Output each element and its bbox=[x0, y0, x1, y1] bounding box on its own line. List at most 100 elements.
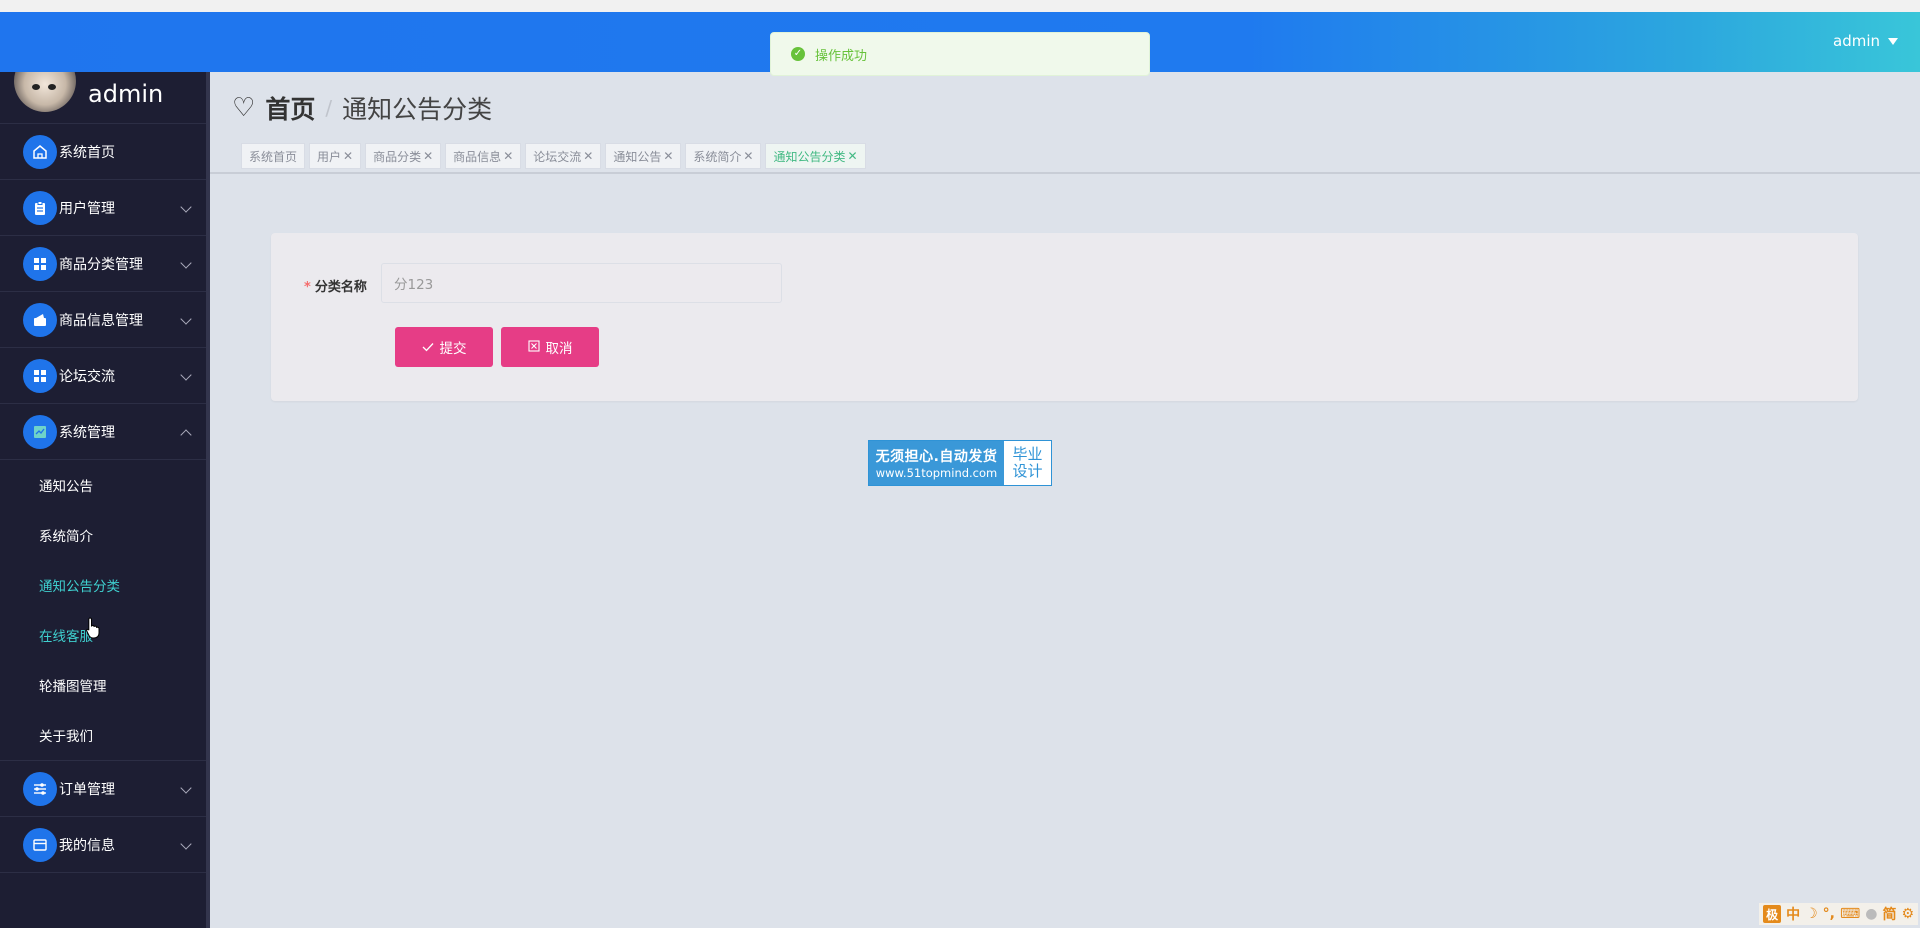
close-icon[interactable]: ✕ bbox=[583, 149, 593, 163]
ad-right2: 设计 bbox=[1012, 462, 1043, 480]
breadcrumb: ♡ 首页 / 通知公告分类 bbox=[232, 90, 492, 126]
success-toast: ✓ 操作成功 bbox=[770, 32, 1150, 76]
required-mark: * bbox=[304, 280, 311, 295]
submit-label: 提交 bbox=[439, 341, 467, 356]
sidebar-item-forum[interactable]: 论坛交流 bbox=[0, 348, 210, 404]
breadcrumb-separator: / bbox=[325, 96, 333, 120]
close-icon[interactable]: ✕ bbox=[423, 149, 433, 163]
tab-label: 用户 bbox=[317, 149, 342, 164]
sidebar-item-label: 系统首页 bbox=[59, 144, 115, 161]
category-name-label: * 分类名称 bbox=[304, 276, 367, 295]
submenu-item-notice-category[interactable]: 通知公告分类 bbox=[0, 560, 210, 610]
tab-label: 系统首页 bbox=[249, 149, 298, 164]
system-submenu: 通知公告 系统简介 通知公告分类 在线客服 轮播图管理 关于我们 bbox=[0, 460, 210, 761]
toast-text: 操作成功 bbox=[815, 48, 868, 64]
sidebar-item-label: 我的信息 bbox=[59, 837, 115, 854]
cancel-label: 取消 bbox=[545, 341, 573, 356]
sidebar-item-category[interactable]: 商品分类管理 bbox=[0, 236, 210, 292]
avatar bbox=[14, 72, 76, 112]
sidebar-item-home[interactable]: 系统首页 bbox=[0, 124, 210, 180]
sidebar-item-label: 商品信息管理 bbox=[59, 312, 143, 329]
ime-toolbar[interactable]: 极 中 ☽ °, ⌨ ● 简 ⚙ bbox=[1759, 903, 1918, 925]
ime-mode[interactable]: 简 bbox=[1882, 904, 1896, 924]
sidebar: admin 系统首页 用户管理 商品分类管理 商品信息管理 论坛交流 系统管理 … bbox=[0, 72, 210, 928]
chevron-down-icon bbox=[180, 369, 192, 381]
ad-line2: www.51topmind.com bbox=[875, 466, 998, 480]
chevron-down-icon bbox=[180, 782, 192, 794]
moon-icon[interactable]: ☽ bbox=[1805, 906, 1818, 922]
check-icon bbox=[422, 340, 434, 355]
tab-products[interactable]: 商品信息 ✕ bbox=[445, 143, 522, 169]
keyboard-icon[interactable]: ⌨ bbox=[1840, 906, 1860, 922]
user-menu[interactable]: admin bbox=[1833, 32, 1898, 50]
cancel-button[interactable]: 取消 bbox=[501, 327, 599, 367]
ime-logo: 极 bbox=[1763, 905, 1782, 923]
user-name: admin bbox=[1833, 32, 1880, 50]
tab-label: 论坛交流 bbox=[533, 149, 582, 164]
ad-line1: 无须担心.自动发货 bbox=[875, 449, 998, 465]
sidebar-brand: admin bbox=[0, 72, 210, 124]
sidebar-item-users[interactable]: 用户管理 bbox=[0, 180, 210, 236]
chevron-down-icon bbox=[180, 257, 192, 269]
sidebar-item-label: 用户管理 bbox=[59, 200, 115, 217]
close-icon[interactable]: ✕ bbox=[743, 149, 753, 163]
submenu-item-online-service[interactable]: 在线客服 bbox=[0, 610, 210, 660]
submenu-item-intro[interactable]: 系统简介 bbox=[0, 510, 210, 560]
main-content: ♡ 首页 / 通知公告分类 系统首页 用户 ✕ 商品分类 ✕ 商品信息 ✕ 论坛交流 ✕… bbox=[210, 72, 1920, 928]
sidebar-item-my-info[interactable]: 我的信息 bbox=[0, 817, 210, 873]
close-icon[interactable]: ✕ bbox=[343, 149, 353, 163]
clipboard-icon bbox=[23, 190, 57, 225]
ad-right1: 毕业 bbox=[1012, 445, 1043, 463]
punctuation-icon[interactable]: °, bbox=[1823, 906, 1835, 922]
check-circle-icon: ✓ bbox=[791, 47, 805, 61]
tab-label: 商品信息 bbox=[453, 149, 502, 164]
browser-top-strip bbox=[0, 0, 1920, 12]
brand-name: admin bbox=[88, 79, 164, 108]
tags-view: 系统首页 用户 ✕ 商品分类 ✕ 商品信息 ✕ 论坛交流 ✕ 通知公告 ✕ 系统简介 ✕ 通… bbox=[241, 143, 866, 169]
sidebar-item-label: 商品分类管理 bbox=[59, 256, 143, 273]
sidebar-item-label: 订单管理 bbox=[59, 781, 115, 798]
tab-notice-category[interactable]: 通知公告分类 ✕ bbox=[765, 143, 866, 169]
gear-icon[interactable]: ⚙ bbox=[1901, 906, 1914, 922]
chevron-up-icon bbox=[180, 429, 192, 441]
monitor-icon bbox=[23, 414, 57, 449]
grid-icon bbox=[23, 246, 57, 281]
tab-label: 通知公告 bbox=[613, 149, 662, 164]
close-icon[interactable]: ✕ bbox=[848, 149, 858, 163]
chevron-down-icon bbox=[180, 313, 192, 325]
ime-lang[interactable]: 中 bbox=[1786, 904, 1800, 924]
sidebar-item-label: 系统管理 bbox=[59, 424, 115, 441]
submit-button[interactable]: 提交 bbox=[395, 327, 493, 367]
close-square-icon bbox=[527, 339, 540, 355]
sliders-icon bbox=[23, 771, 57, 806]
sidebar-item-label: 论坛交流 bbox=[59, 368, 115, 385]
category-name-input[interactable] bbox=[381, 263, 782, 303]
sidebar-item-system[interactable]: 系统管理 bbox=[0, 404, 210, 460]
tab-users[interactable]: 用户 ✕ bbox=[309, 143, 362, 169]
submenu-item-carousel[interactable]: 轮播图管理 bbox=[0, 660, 210, 710]
submenu-item-notice[interactable]: 通知公告 bbox=[0, 460, 210, 510]
tab-notice[interactable]: 通知公告 ✕ bbox=[605, 143, 682, 169]
watermark-ad[interactable]: 无须担心.自动发货 www.51topmind.com 毕业 设计 bbox=[868, 440, 1052, 486]
sidebar-item-orders[interactable]: 订单管理 bbox=[0, 761, 210, 817]
tab-intro[interactable]: 系统简介 ✕ bbox=[685, 143, 762, 169]
tabs-divider bbox=[210, 172, 1920, 174]
close-icon[interactable]: ✕ bbox=[663, 149, 673, 163]
tab-home[interactable]: 系统首页 bbox=[241, 143, 306, 169]
form-card: *分类名称 提交 取消 bbox=[271, 233, 1858, 401]
tab-forum[interactable]: 论坛交流 ✕ bbox=[525, 143, 602, 169]
breadcrumb-current: 通知公告分类 bbox=[342, 95, 493, 124]
grid-icon bbox=[23, 358, 57, 393]
submenu-item-about[interactable]: 关于我们 bbox=[0, 710, 210, 760]
chevron-down-icon bbox=[180, 838, 192, 850]
close-icon[interactable]: ✕ bbox=[503, 149, 513, 163]
user-icon[interactable]: ● bbox=[1865, 906, 1877, 922]
tab-label: 通知公告分类 bbox=[773, 149, 846, 164]
sidebar-item-products[interactable]: 商品信息管理 bbox=[0, 292, 210, 348]
home-icon bbox=[23, 134, 57, 169]
breadcrumb-home[interactable]: 首页 bbox=[265, 90, 315, 126]
chevron-down-icon bbox=[180, 201, 192, 213]
tab-category[interactable]: 商品分类 ✕ bbox=[365, 143, 442, 169]
tab-label: 商品分类 bbox=[373, 149, 422, 164]
heart-icon: ♡ bbox=[232, 93, 256, 123]
